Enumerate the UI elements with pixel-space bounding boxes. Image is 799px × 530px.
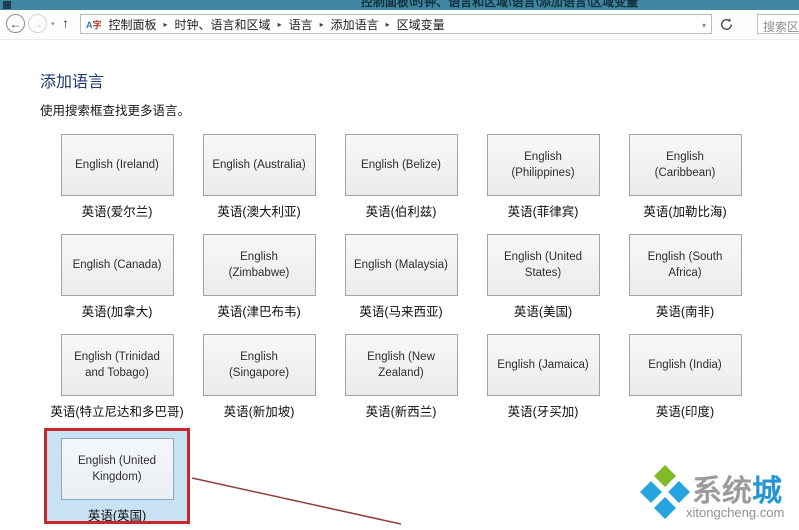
history-dropdown-icon[interactable]: ▾ <box>51 20 55 28</box>
window-titlebar: 控制面板\时钟、语言和区域\语言\添加语言\区域变量 <box>0 0 799 10</box>
breadcrumb-separator: ▸ <box>164 20 168 29</box>
language-cell: English (Zimbabwe) 英语(津巴布韦) <box>188 227 330 327</box>
window-icon <box>3 1 11 9</box>
language-caption: 英语(爱尔兰) <box>46 201 188 220</box>
language-cell: English (New Zealand) 英语(新西兰) <box>330 327 472 427</box>
back-button[interactable]: ← <box>6 14 25 33</box>
page-subtitle: 使用搜索框查找更多语言。 <box>40 100 190 119</box>
up-button[interactable]: ↑ <box>62 15 69 31</box>
search-input[interactable]: 搜索区 <box>757 14 799 34</box>
address-dropdown-icon[interactable]: ▾ <box>702 21 706 30</box>
language-caption: 英语(印度) <box>614 401 756 420</box>
language-region-icon: A字 <box>86 18 102 31</box>
breadcrumb-separator: ▸ <box>386 20 390 29</box>
language-tile[interactable]: English (Australia) <box>203 134 316 196</box>
language-cell: English (Belize) 英语(伯利兹) <box>330 127 472 227</box>
breadcrumb-item[interactable]: 控制面板 <box>107 16 159 33</box>
watermark: 系统城 xitongcheng.com <box>638 458 798 530</box>
language-tile[interactable]: English (Canada) <box>61 234 174 296</box>
watermark-domain: xitongcheng.com <box>686 505 784 520</box>
language-caption: 英语(加勒比海) <box>614 201 756 220</box>
language-cell: English (Canada) 英语(加拿大) <box>46 227 188 327</box>
breadcrumb-item[interactable]: 区域变量 <box>395 16 447 33</box>
language-tile[interactable]: English (Singapore) <box>203 334 316 396</box>
language-cell: English (Jamaica) 英语(牙买加) <box>472 327 614 427</box>
page-title: 添加语言 <box>40 68 104 92</box>
refresh-icon[interactable] <box>719 17 734 32</box>
language-tile[interactable]: English (New Zealand) <box>345 334 458 396</box>
language-tile[interactable]: English (South Africa) <box>629 234 742 296</box>
language-caption: 英语(美国) <box>472 301 614 320</box>
language-tile[interactable]: English (India) <box>629 334 742 396</box>
language-tile[interactable]: English (Trinidad and Tobago) <box>61 334 174 396</box>
language-tile[interactable]: English (United Kingdom) <box>61 438 174 500</box>
language-caption: 英语(特立尼达和多巴哥) <box>46 401 188 420</box>
language-cell: English (United States) 英语(美国) <box>472 227 614 327</box>
language-caption: 英语(牙买加) <box>472 401 614 420</box>
language-tile[interactable]: English (Jamaica) <box>487 334 600 396</box>
language-caption: 英语(南非) <box>614 301 756 320</box>
logo-diamonds <box>640 465 690 519</box>
language-tile[interactable]: English (Caribbean) <box>629 134 742 196</box>
language-cell: English (India) 英语(印度) <box>614 327 756 427</box>
language-tile[interactable]: English (United States) <box>487 234 600 296</box>
language-caption: 英语(加拿大) <box>46 301 188 320</box>
language-cell: English (Caribbean) 英语(加勒比海) <box>614 127 756 227</box>
language-cell: English (South Africa) 英语(南非) <box>614 227 756 327</box>
language-tile[interactable]: English (Philippines) <box>487 134 600 196</box>
language-cell: English (Philippines) 英语(菲律宾) <box>472 127 614 227</box>
breadcrumb-separator: ▸ <box>320 20 324 29</box>
watermark-brand: 系统城 <box>692 466 782 510</box>
breadcrumb: 控制面板 ▸ 时钟、语言和区域 ▸ 语言 ▸ 添加语言 ▸ 区域变量 <box>107 16 447 33</box>
language-cell: English (Trinidad and Tobago) 英语(特立尼达和多巴哥… <box>46 327 188 427</box>
language-caption: 英语(英国) <box>46 505 188 524</box>
language-cell: English (Malaysia) 英语(马来西亚) <box>330 227 472 327</box>
language-cell: English (Singapore) 英语(新加坡) <box>188 327 330 427</box>
language-tile[interactable]: English (Malaysia) <box>345 234 458 296</box>
window-title: 控制面板\时钟、语言和区域\语言\添加语言\区域变量 <box>100 0 799 10</box>
language-tile[interactable]: English (Ireland) <box>61 134 174 196</box>
language-caption: 英语(伯利兹) <box>330 201 472 220</box>
language-tile[interactable]: English (Belize) <box>345 134 458 196</box>
breadcrumb-item[interactable]: 时钟、语言和区域 <box>173 16 273 33</box>
language-caption: 英语(新西兰) <box>330 401 472 420</box>
language-caption: 英语(津巴布韦) <box>188 301 330 320</box>
language-cell: English (Australia) 英语(澳大利亚) <box>188 127 330 227</box>
language-tile[interactable]: English (Zimbabwe) <box>203 234 316 296</box>
language-cell: English (Ireland) 英语(爱尔兰) <box>46 127 188 227</box>
breadcrumb-separator: ▸ <box>278 20 282 29</box>
forward-button[interactable]: → <box>28 14 47 33</box>
navigation-bar: ← → ▾ ↑ A字 控制面板▸时钟、语言和区域▸语言▸添加语言▸区域变量 ▾ … <box>0 10 799 40</box>
language-caption: 英语(马来西亚) <box>330 301 472 320</box>
language-caption: 英语(菲律宾) <box>472 201 614 220</box>
address-bar[interactable]: A字 控制面板 ▸ 时钟、语言和区域 ▸ 语言 ▸ 添加语言 ▸ 区域变量 ▾ <box>80 14 712 34</box>
language-caption: 英语(澳大利亚) <box>188 201 330 220</box>
breadcrumb-item[interactable]: 添加语言 <box>329 16 381 33</box>
language-caption: 英语(新加坡) <box>188 401 330 420</box>
language-cell-selected: English (United Kingdom) 英语(英国) <box>46 430 188 522</box>
breadcrumb-item[interactable]: 语言 <box>287 16 315 33</box>
